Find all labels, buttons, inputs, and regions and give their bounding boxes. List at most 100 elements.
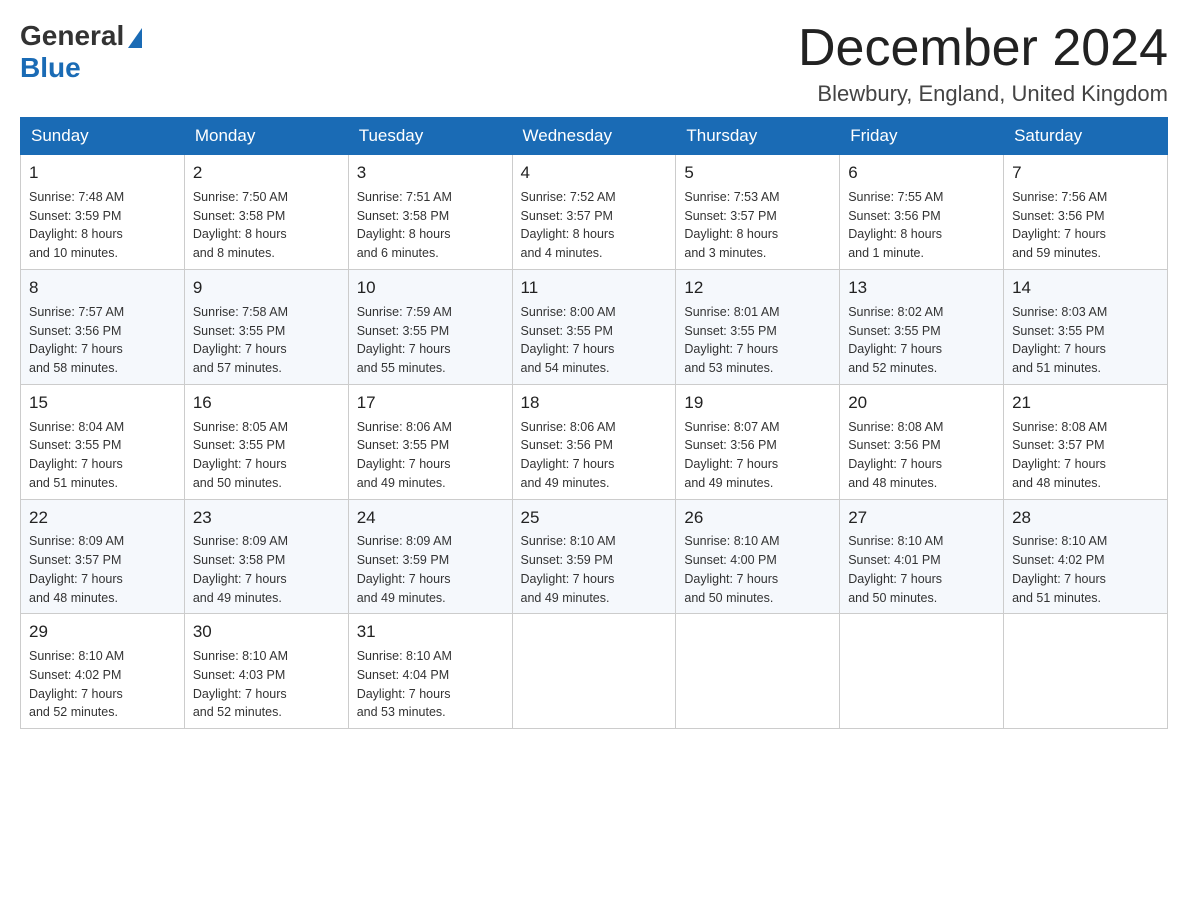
day-info: Sunrise: 8:09 AMSunset: 3:58 PMDaylight:… — [193, 534, 288, 604]
calendar-cell: 14 Sunrise: 8:03 AMSunset: 3:55 PMDaylig… — [1004, 269, 1168, 384]
calendar-cell: 15 Sunrise: 8:04 AMSunset: 3:55 PMDaylig… — [21, 384, 185, 499]
calendar-cell: 5 Sunrise: 7:53 AMSunset: 3:57 PMDayligh… — [676, 155, 840, 270]
location-text: Blewbury, England, United Kingdom — [798, 81, 1168, 107]
calendar-cell: 24 Sunrise: 8:09 AMSunset: 3:59 PMDaylig… — [348, 499, 512, 614]
calendar-cell: 30 Sunrise: 8:10 AMSunset: 4:03 PMDaylig… — [184, 614, 348, 729]
calendar-cell: 17 Sunrise: 8:06 AMSunset: 3:55 PMDaylig… — [348, 384, 512, 499]
day-number: 9 — [193, 276, 340, 300]
calendar-week-row: 15 Sunrise: 8:04 AMSunset: 3:55 PMDaylig… — [21, 384, 1168, 499]
day-number: 12 — [684, 276, 831, 300]
calendar-cell: 12 Sunrise: 8:01 AMSunset: 3:55 PMDaylig… — [676, 269, 840, 384]
day-info: Sunrise: 8:09 AMSunset: 3:59 PMDaylight:… — [357, 534, 452, 604]
calendar-cell: 31 Sunrise: 8:10 AMSunset: 4:04 PMDaylig… — [348, 614, 512, 729]
day-number: 2 — [193, 161, 340, 185]
calendar-header-tuesday: Tuesday — [348, 118, 512, 155]
calendar-cell: 6 Sunrise: 7:55 AMSunset: 3:56 PMDayligh… — [840, 155, 1004, 270]
calendar-cell: 7 Sunrise: 7:56 AMSunset: 3:56 PMDayligh… — [1004, 155, 1168, 270]
day-info: Sunrise: 8:03 AMSunset: 3:55 PMDaylight:… — [1012, 305, 1107, 375]
calendar-cell: 25 Sunrise: 8:10 AMSunset: 3:59 PMDaylig… — [512, 499, 676, 614]
day-number: 1 — [29, 161, 176, 185]
day-info: Sunrise: 8:10 AMSunset: 4:01 PMDaylight:… — [848, 534, 943, 604]
calendar-cell: 29 Sunrise: 8:10 AMSunset: 4:02 PMDaylig… — [21, 614, 185, 729]
day-number: 14 — [1012, 276, 1159, 300]
calendar-cell: 22 Sunrise: 8:09 AMSunset: 3:57 PMDaylig… — [21, 499, 185, 614]
calendar-cell: 21 Sunrise: 8:08 AMSunset: 3:57 PMDaylig… — [1004, 384, 1168, 499]
calendar-cell — [512, 614, 676, 729]
day-info: Sunrise: 8:07 AMSunset: 3:56 PMDaylight:… — [684, 420, 779, 490]
calendar-cell: 23 Sunrise: 8:09 AMSunset: 3:58 PMDaylig… — [184, 499, 348, 614]
calendar-table: SundayMondayTuesdayWednesdayThursdayFrid… — [20, 117, 1168, 729]
day-info: Sunrise: 7:50 AMSunset: 3:58 PMDaylight:… — [193, 190, 288, 260]
day-info: Sunrise: 8:10 AMSunset: 4:04 PMDaylight:… — [357, 649, 452, 719]
calendar-cell: 19 Sunrise: 8:07 AMSunset: 3:56 PMDaylig… — [676, 384, 840, 499]
calendar-header-friday: Friday — [840, 118, 1004, 155]
calendar-cell: 27 Sunrise: 8:10 AMSunset: 4:01 PMDaylig… — [840, 499, 1004, 614]
day-info: Sunrise: 7:52 AMSunset: 3:57 PMDaylight:… — [521, 190, 616, 260]
day-number: 20 — [848, 391, 995, 415]
day-number: 19 — [684, 391, 831, 415]
day-number: 8 — [29, 276, 176, 300]
day-number: 25 — [521, 506, 668, 530]
calendar-week-row: 29 Sunrise: 8:10 AMSunset: 4:02 PMDaylig… — [21, 614, 1168, 729]
day-info: Sunrise: 7:58 AMSunset: 3:55 PMDaylight:… — [193, 305, 288, 375]
day-number: 4 — [521, 161, 668, 185]
day-number: 5 — [684, 161, 831, 185]
calendar-cell: 2 Sunrise: 7:50 AMSunset: 3:58 PMDayligh… — [184, 155, 348, 270]
day-number: 10 — [357, 276, 504, 300]
day-number: 11 — [521, 276, 668, 300]
day-number: 17 — [357, 391, 504, 415]
day-number: 27 — [848, 506, 995, 530]
calendar-header-sunday: Sunday — [21, 118, 185, 155]
day-info: Sunrise: 7:57 AMSunset: 3:56 PMDaylight:… — [29, 305, 124, 375]
day-info: Sunrise: 8:10 AMSunset: 4:03 PMDaylight:… — [193, 649, 288, 719]
calendar-cell: 11 Sunrise: 8:00 AMSunset: 3:55 PMDaylig… — [512, 269, 676, 384]
logo-triangle-icon — [128, 28, 142, 48]
day-info: Sunrise: 7:59 AMSunset: 3:55 PMDaylight:… — [357, 305, 452, 375]
calendar-cell: 28 Sunrise: 8:10 AMSunset: 4:02 PMDaylig… — [1004, 499, 1168, 614]
calendar-week-row: 22 Sunrise: 8:09 AMSunset: 3:57 PMDaylig… — [21, 499, 1168, 614]
calendar-cell: 4 Sunrise: 7:52 AMSunset: 3:57 PMDayligh… — [512, 155, 676, 270]
day-number: 28 — [1012, 506, 1159, 530]
day-number: 26 — [684, 506, 831, 530]
day-info: Sunrise: 7:51 AMSunset: 3:58 PMDaylight:… — [357, 190, 452, 260]
calendar-cell — [676, 614, 840, 729]
day-info: Sunrise: 7:56 AMSunset: 3:56 PMDaylight:… — [1012, 190, 1107, 260]
calendar-week-row: 8 Sunrise: 7:57 AMSunset: 3:56 PMDayligh… — [21, 269, 1168, 384]
calendar-header-wednesday: Wednesday — [512, 118, 676, 155]
day-info: Sunrise: 7:53 AMSunset: 3:57 PMDaylight:… — [684, 190, 779, 260]
logo-blue-text: Blue — [20, 52, 81, 84]
calendar-header-saturday: Saturday — [1004, 118, 1168, 155]
day-info: Sunrise: 8:01 AMSunset: 3:55 PMDaylight:… — [684, 305, 779, 375]
day-number: 16 — [193, 391, 340, 415]
title-section: December 2024 Blewbury, England, United … — [798, 20, 1168, 107]
day-info: Sunrise: 8:05 AMSunset: 3:55 PMDaylight:… — [193, 420, 288, 490]
logo: General Blue — [20, 20, 142, 84]
day-number: 13 — [848, 276, 995, 300]
day-number: 29 — [29, 620, 176, 644]
logo-general-text: General — [20, 20, 124, 52]
day-info: Sunrise: 7:55 AMSunset: 3:56 PMDaylight:… — [848, 190, 943, 260]
day-number: 15 — [29, 391, 176, 415]
calendar-cell: 10 Sunrise: 7:59 AMSunset: 3:55 PMDaylig… — [348, 269, 512, 384]
day-info: Sunrise: 7:48 AMSunset: 3:59 PMDaylight:… — [29, 190, 124, 260]
day-info: Sunrise: 8:06 AMSunset: 3:55 PMDaylight:… — [357, 420, 452, 490]
day-info: Sunrise: 8:10 AMSunset: 4:02 PMDaylight:… — [29, 649, 124, 719]
calendar-header-thursday: Thursday — [676, 118, 840, 155]
day-info: Sunrise: 8:10 AMSunset: 4:00 PMDaylight:… — [684, 534, 779, 604]
day-number: 21 — [1012, 391, 1159, 415]
day-info: Sunrise: 8:10 AMSunset: 3:59 PMDaylight:… — [521, 534, 616, 604]
day-number: 23 — [193, 506, 340, 530]
calendar-header-monday: Monday — [184, 118, 348, 155]
day-number: 18 — [521, 391, 668, 415]
day-info: Sunrise: 8:10 AMSunset: 4:02 PMDaylight:… — [1012, 534, 1107, 604]
calendar-cell: 1 Sunrise: 7:48 AMSunset: 3:59 PMDayligh… — [21, 155, 185, 270]
day-number: 6 — [848, 161, 995, 185]
day-info: Sunrise: 8:08 AMSunset: 3:57 PMDaylight:… — [1012, 420, 1107, 490]
day-info: Sunrise: 8:04 AMSunset: 3:55 PMDaylight:… — [29, 420, 124, 490]
day-info: Sunrise: 8:00 AMSunset: 3:55 PMDaylight:… — [521, 305, 616, 375]
day-info: Sunrise: 8:02 AMSunset: 3:55 PMDaylight:… — [848, 305, 943, 375]
day-number: 22 — [29, 506, 176, 530]
calendar-cell: 20 Sunrise: 8:08 AMSunset: 3:56 PMDaylig… — [840, 384, 1004, 499]
day-number: 31 — [357, 620, 504, 644]
calendar-cell: 8 Sunrise: 7:57 AMSunset: 3:56 PMDayligh… — [21, 269, 185, 384]
